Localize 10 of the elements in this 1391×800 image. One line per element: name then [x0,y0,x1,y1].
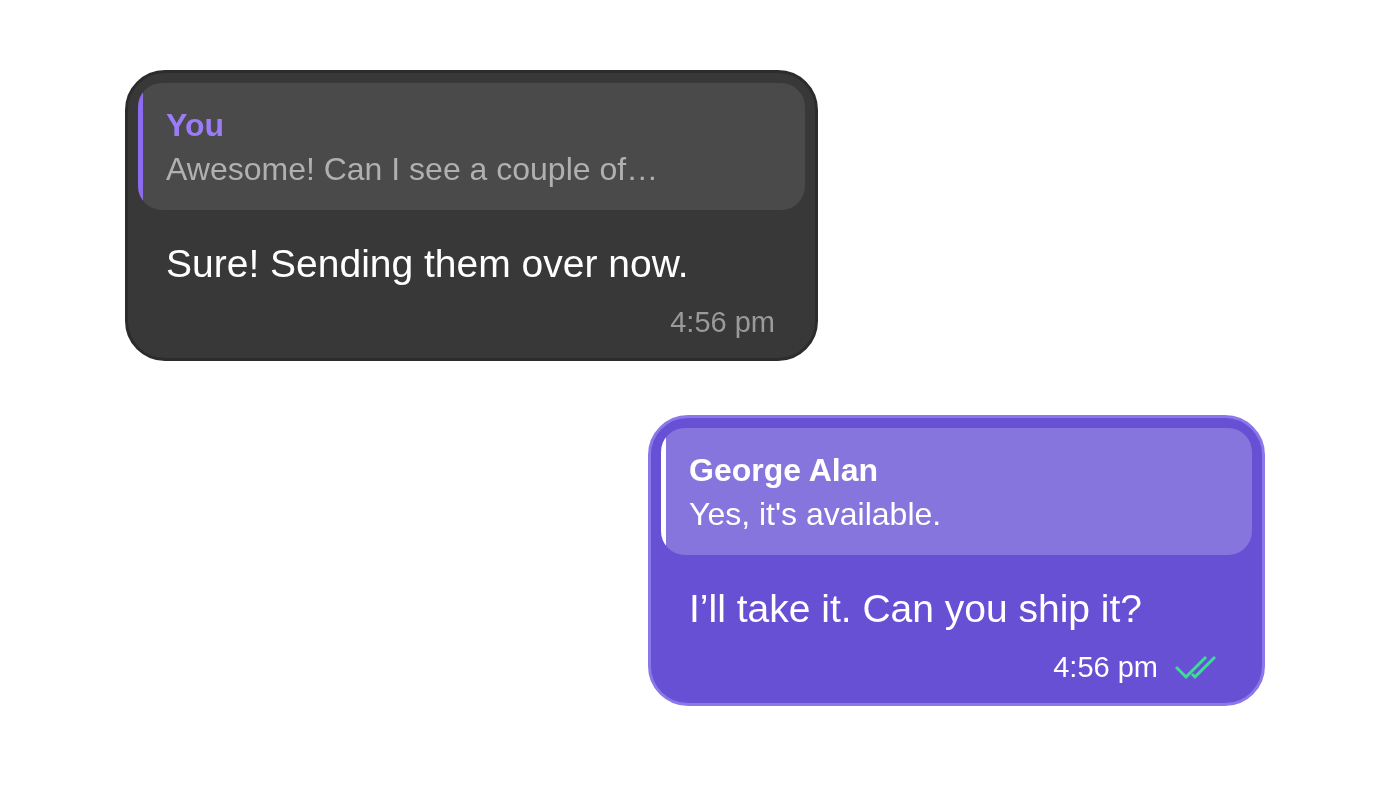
message-text: Sure! Sending them over now. [165,241,690,287]
message-text: I’ll take it. Can you ship it? [688,586,1144,632]
quoted-text: Awesome! Can I see a couple of… [166,149,660,189]
quoted-message[interactable]: You Awesome! Can I see a couple of… [138,83,805,210]
quoted-message[interactable]: George Alan Yes, it's available. [661,428,1252,555]
timestamp: 4:56 pm [1053,650,1158,685]
timestamp: 4:56 pm [670,305,775,340]
quoted-text: Yes, it's available. [689,494,943,534]
quoted-author: George Alan [689,450,880,490]
quoted-author: You [166,105,226,145]
